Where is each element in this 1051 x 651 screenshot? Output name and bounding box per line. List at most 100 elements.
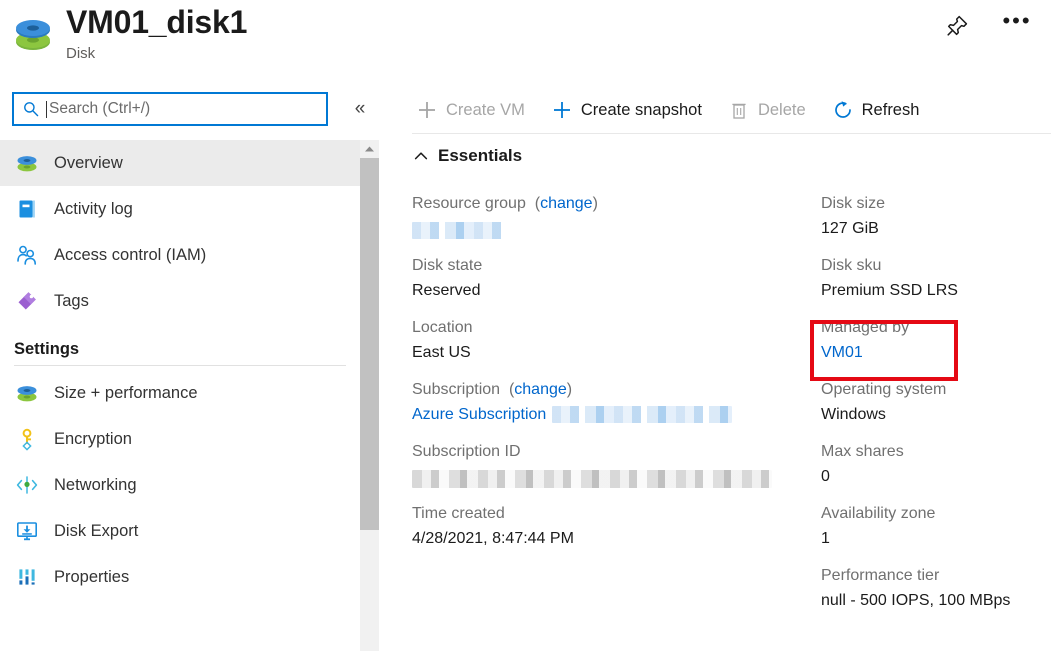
sidebar-section-settings: Settings [0, 324, 360, 365]
sidebar-item-networking[interactable]: Networking [0, 462, 360, 508]
field-time-created: Time created 4/28/2021, 8:47:44 PM [412, 502, 812, 551]
sidebar-separator [379, 140, 380, 651]
field-resource-group: Resource group (change) [412, 192, 812, 241]
sidebar-item-size-performance[interactable]: Size + performance [0, 370, 360, 416]
field-label: Time created [412, 502, 812, 526]
field-disk-sku: Disk sku Premium SSD LRS [821, 254, 1051, 303]
command-label: Delete [758, 101, 806, 120]
sidebar-item-disk-export[interactable]: Disk Export [0, 508, 360, 554]
field-value: 4/28/2021, 8:47:44 PM [412, 526, 812, 551]
field-label-text: Subscription [412, 381, 500, 398]
paren-open: ( [530, 195, 540, 212]
delete-button[interactable]: Delete [724, 90, 816, 130]
essentials-right-column: Disk size 127 GiB Disk sku Premium SSD L… [821, 192, 1051, 626]
plus-icon [549, 97, 575, 123]
field-value: 0 [821, 464, 1051, 489]
sidebar-item-label: Activity log [54, 200, 133, 219]
command-label: Create VM [446, 101, 525, 120]
paren-open: ( [505, 381, 515, 398]
page-subtitle: Disk [66, 44, 247, 64]
essentials-toggle[interactable]: Essentials [412, 146, 522, 166]
sidebar-item-properties[interactable]: Properties [0, 554, 360, 600]
change-subscription-link[interactable]: change [514, 381, 567, 398]
sidebar-item-overview[interactable]: Overview [0, 140, 360, 186]
redacted-subscription-suffix [552, 406, 732, 423]
sidebar-item-encryption[interactable]: Encryption [0, 416, 360, 462]
command-label: Create snapshot [581, 101, 702, 120]
title-block: VM01_disk1 Disk [66, 2, 247, 64]
field-label: Max shares [821, 440, 1051, 464]
field-value: Windows [821, 402, 1051, 427]
managed-by-vm-link[interactable]: VM01 [821, 344, 863, 361]
subscription-link[interactable]: Azure Subscription [412, 406, 546, 423]
search-input[interactable]: Search (Ctrl+/) [12, 92, 328, 126]
scrollbar-thumb[interactable] [360, 158, 379, 530]
sidebar-item-access-control[interactable]: Access control (IAM) [0, 232, 360, 278]
paren-close: ) [593, 195, 598, 212]
collapse-sidebar-button[interactable]: « [346, 96, 374, 122]
field-max-shares: Max shares 0 [821, 440, 1051, 489]
field-disk-state: Disk state Reserved [412, 254, 812, 303]
sidebar-scrollbar[interactable] [360, 140, 379, 651]
search-container: Search (Ctrl+/) [12, 92, 328, 126]
chevron-up-icon [412, 147, 430, 165]
header-actions: ••• [941, 10, 1033, 42]
field-value: null - 500 IOPS, 100 MBps [821, 588, 1051, 613]
field-subscription-id: Subscription ID [412, 440, 812, 489]
refresh-button[interactable]: Refresh [828, 90, 930, 130]
sidebar-item-tags[interactable]: Tags [0, 278, 360, 324]
command-label: Refresh [862, 101, 920, 120]
pin-icon [945, 14, 969, 38]
command-bar: Create VM Create snapshot Delete [412, 88, 941, 132]
disk-icon [14, 150, 40, 176]
disk-icon [14, 380, 40, 406]
field-value: VM01 [821, 340, 1051, 365]
field-label: Disk state [412, 254, 812, 278]
trash-icon [726, 97, 752, 123]
field-location: Location East US [412, 316, 812, 365]
field-managed-by: Managed by VM01 [821, 316, 1051, 365]
field-value [412, 216, 812, 241]
field-label: Resource group (change) [412, 192, 812, 216]
field-label: Subscription ID [412, 440, 812, 464]
sidebar-item-label: Properties [54, 568, 129, 587]
azure-portal-disk-overview: VM01_disk1 Disk ••• [0, 0, 1051, 651]
create-vm-button[interactable]: Create VM [412, 90, 535, 130]
disk-export-icon [14, 518, 40, 544]
properties-icon [14, 564, 40, 590]
refresh-icon [830, 97, 856, 123]
sidebar-nav: Overview Activity log Acc [0, 140, 360, 651]
more-options-button[interactable]: ••• [1001, 10, 1033, 42]
field-performance-tier: Performance tier null - 500 IOPS, 100 MB… [821, 564, 1051, 613]
scroll-up-arrow-icon[interactable] [360, 140, 379, 158]
field-value: Premium SSD LRS [821, 278, 1051, 303]
sidebar-item-label: Size + performance [54, 384, 198, 403]
field-value: Reserved [412, 278, 812, 303]
field-operating-system: Operating system Windows [821, 378, 1051, 427]
page-header: VM01_disk1 Disk ••• [0, 0, 1051, 82]
field-label: Disk size [821, 192, 1051, 216]
field-label: Subscription (change) [412, 378, 812, 402]
sidebar-item-activity-log[interactable]: Activity log [0, 186, 360, 232]
pin-button[interactable] [941, 10, 973, 42]
people-icon [14, 242, 40, 268]
create-snapshot-button[interactable]: Create snapshot [547, 90, 712, 130]
field-availability-zone: Availability zone 1 [821, 502, 1051, 551]
field-disk-size: Disk size 127 GiB [821, 192, 1051, 241]
networking-icon [14, 472, 40, 498]
change-resource-group-link[interactable]: change [540, 195, 593, 212]
field-label: Managed by [821, 316, 1051, 340]
sidebar-item-label: Tags [54, 292, 89, 311]
sidebar-item-label: Disk Export [54, 522, 138, 541]
key-icon [14, 426, 40, 452]
tag-icon [14, 288, 40, 314]
field-label: Disk sku [821, 254, 1051, 278]
redacted-subscription-id-value [412, 470, 772, 488]
field-label: Location [412, 316, 812, 340]
text-caret [46, 101, 47, 118]
command-bar-divider [412, 133, 1051, 134]
sidebar-divider [14, 365, 346, 366]
field-label: Performance tier [821, 564, 1051, 588]
search-icon [22, 100, 40, 118]
field-value: East US [412, 340, 812, 365]
